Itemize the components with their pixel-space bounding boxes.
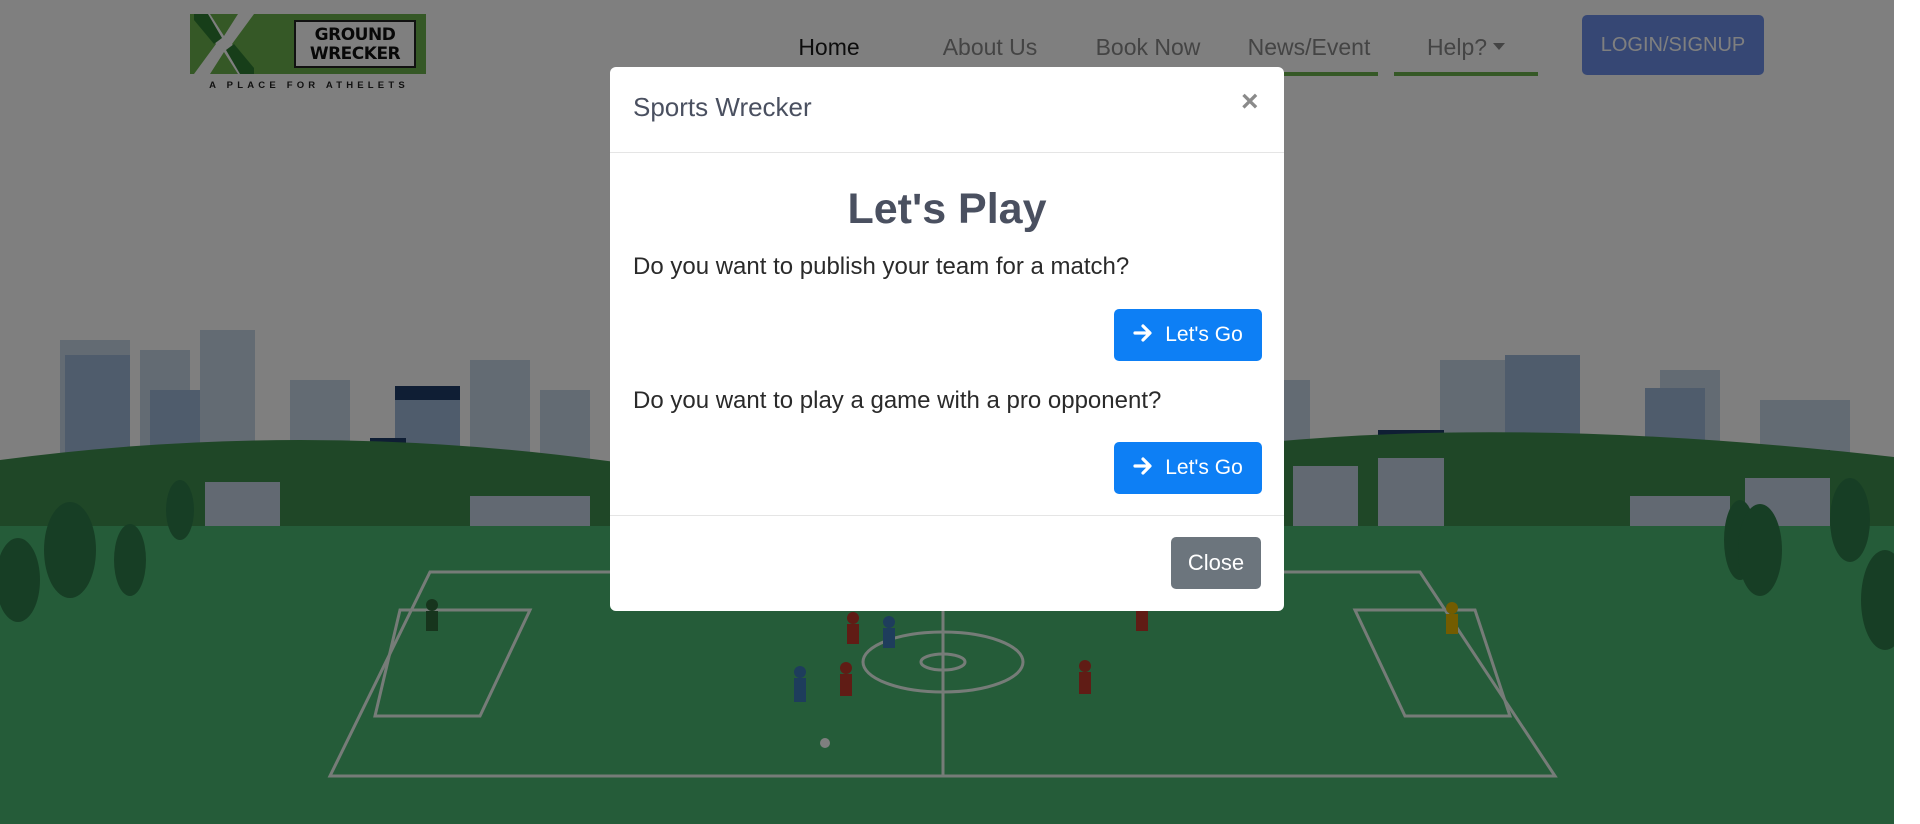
modal-header: Sports Wrecker × bbox=[610, 67, 1284, 153]
close-button[interactable]: Close bbox=[1171, 537, 1261, 589]
question-publish-team: Do you want to publish your team for a m… bbox=[633, 253, 1130, 280]
modal-footer: Close bbox=[610, 515, 1284, 611]
go-button-label: Let's Go bbox=[1165, 323, 1243, 346]
modal-dialog: Sports Wrecker × Let's Play Do you want … bbox=[610, 67, 1284, 611]
go-button-label: Let's Go bbox=[1165, 456, 1243, 479]
arrow-right-icon bbox=[1133, 324, 1152, 343]
question-pro-opponent: Do you want to play a game with a pro op… bbox=[633, 387, 1162, 414]
modal-heading: Let's Play bbox=[847, 185, 1047, 233]
pro-opponent-go-button[interactable]: Let's Go bbox=[1114, 442, 1262, 494]
publish-team-go-button[interactable]: Let's Go bbox=[1114, 309, 1262, 361]
arrow-right-icon bbox=[1133, 457, 1152, 476]
modal-title: Sports Wrecker bbox=[633, 92, 812, 122]
close-icon[interactable]: × bbox=[1241, 87, 1259, 117]
scrollbar[interactable] bbox=[1894, 0, 1920, 824]
page: GROUND WRECKER A PLACE FOR ATHELETS Home… bbox=[0, 0, 1920, 824]
